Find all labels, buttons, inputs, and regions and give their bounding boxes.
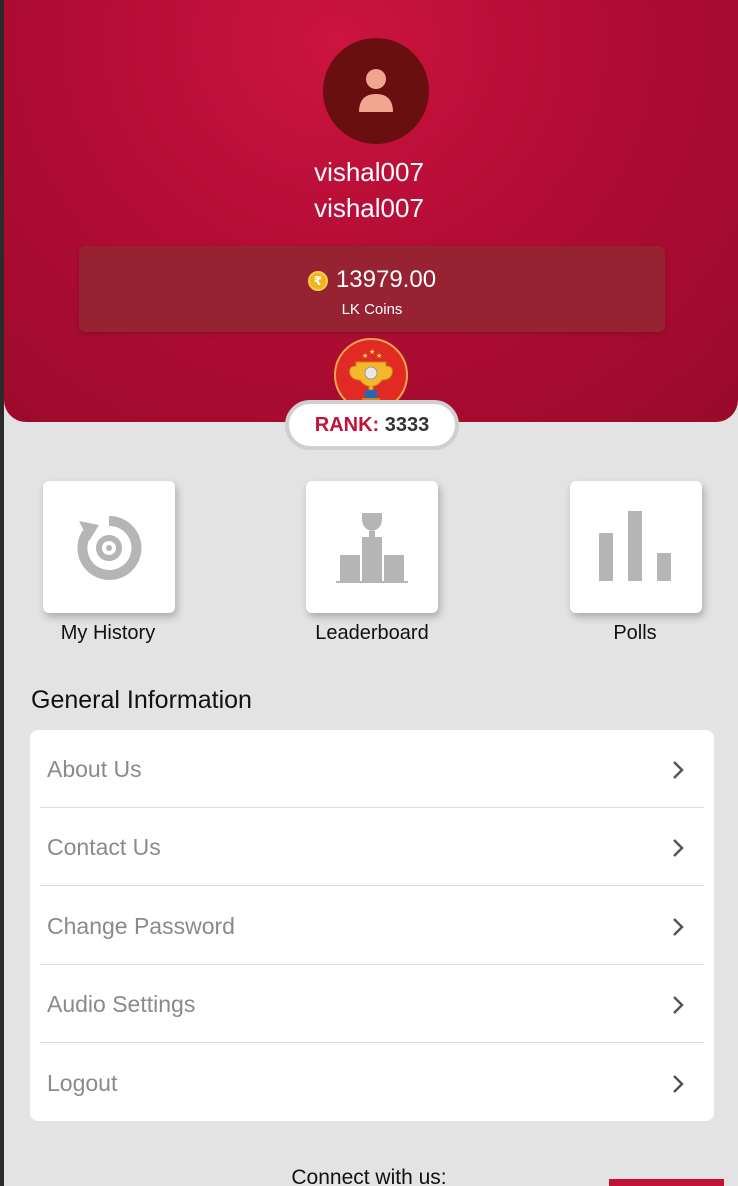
contact-us-item[interactable]: Contact Us [40, 808, 704, 886]
rank-value: 3333 [384, 414, 430, 436]
display-name: vishal007 [314, 193, 424, 223]
social-button[interactable] [609, 1179, 724, 1186]
contact-us-label: Contact Us [47, 834, 161, 860]
chevron-right-icon [673, 996, 684, 1014]
logout-label: Logout [47, 1070, 118, 1096]
general-information-list: About Us Contact Us Change Password Audi… [30, 730, 714, 1121]
audio-settings-item[interactable]: Audio Settings [40, 965, 704, 1043]
coin-icon: ₹ [307, 271, 328, 291]
rank-badge: RANK: 3333 [285, 400, 459, 450]
coins-card: ₹13979.00 LK Coins [79, 246, 665, 332]
logout-item[interactable]: Logout [40, 1044, 704, 1122]
coins-value: 13979.00 [335, 266, 437, 293]
coins-label: LK Coins [341, 301, 403, 318]
rank-label: RANK: [314, 414, 380, 436]
chevron-right-icon [673, 1075, 684, 1093]
chevron-right-icon [673, 918, 684, 936]
audio-settings-label: Audio Settings [47, 991, 196, 1017]
svg-text:★: ★ [362, 352, 368, 360]
username: vishal007 [314, 157, 424, 187]
polls-button[interactable] [570, 481, 702, 613]
leaderboard-button[interactable] [306, 481, 438, 613]
my-history-button[interactable] [43, 481, 175, 613]
svg-text:★: ★ [369, 348, 375, 356]
svg-text:★: ★ [376, 352, 382, 360]
change-password-label: Change Password [47, 913, 235, 939]
chevron-right-icon [673, 839, 684, 857]
history-icon [77, 515, 142, 580]
user-icon [359, 69, 393, 112]
about-us-label: About Us [47, 756, 142, 782]
avatar[interactable] [323, 38, 429, 144]
polls-label: Polls [613, 622, 657, 644]
my-history-label: My History [60, 622, 156, 644]
leaderboard-label: Leaderboard [315, 622, 429, 644]
about-us-item[interactable]: About Us [40, 730, 704, 808]
change-password-item[interactable]: Change Password [40, 887, 704, 965]
polls-icon [599, 511, 671, 581]
general-information-title: General Information [31, 686, 252, 714]
chevron-right-icon [673, 761, 684, 779]
leaderboard-icon [336, 513, 408, 583]
